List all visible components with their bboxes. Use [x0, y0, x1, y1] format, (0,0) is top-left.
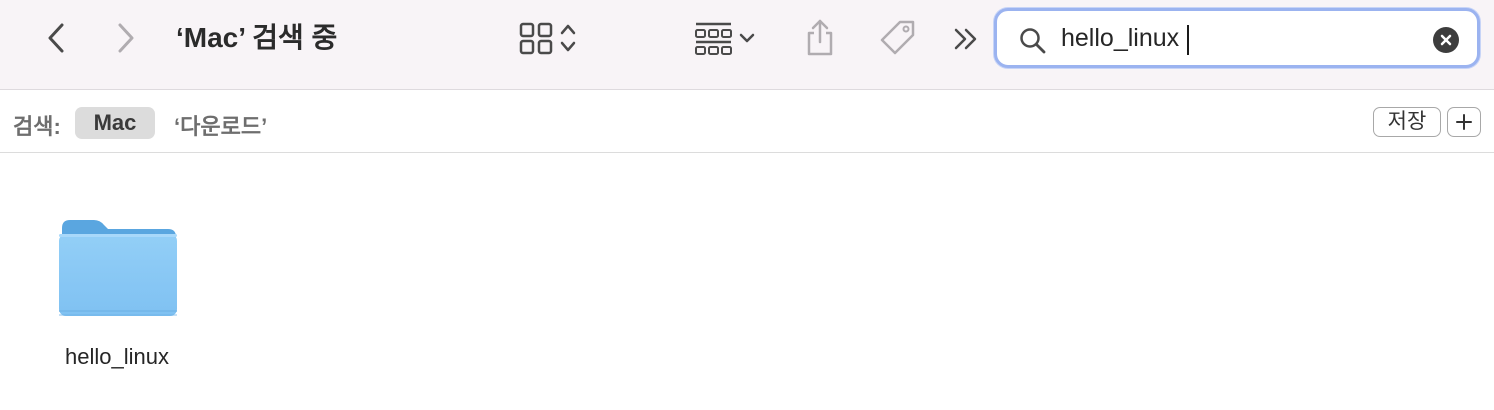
tags-button[interactable]	[876, 16, 920, 60]
icon-grid-icon	[519, 22, 553, 55]
share-icon	[807, 19, 833, 56]
double-chevron-right-icon	[954, 28, 977, 50]
group-by-icon	[695, 22, 732, 55]
search-scope-label: 검색:	[13, 114, 61, 139]
more-toolbar-button[interactable]	[950, 22, 982, 56]
group-by-button[interactable]	[688, 18, 764, 58]
plus-icon	[1456, 114, 1472, 130]
tag-icon	[880, 20, 915, 55]
view-mode-button[interactable]	[512, 18, 584, 58]
folder-icon	[59, 220, 177, 316]
save-search-button[interactable]: 저장	[1373, 107, 1441, 137]
search-results-area: hello_linux	[0, 154, 1494, 410]
search-input[interactable]	[1061, 21, 1421, 55]
result-item-folder[interactable]: hello_linux	[36, 204, 198, 384]
result-item-name: hello_linux	[65, 344, 169, 369]
scope-downloads-button[interactable]: ‘다운로드’	[174, 109, 267, 141]
back-button[interactable]	[38, 20, 74, 56]
share-button[interactable]	[800, 14, 840, 60]
search-icon	[1020, 28, 1046, 54]
add-criteria-button[interactable]	[1447, 107, 1481, 137]
toolbar: ‘Mac’ 검색 중	[0, 0, 1494, 90]
text-caret	[1187, 25, 1189, 55]
clear-search-button[interactable]	[1433, 27, 1459, 53]
forward-button[interactable]	[108, 20, 144, 56]
scope-mac-button[interactable]: Mac	[75, 107, 155, 139]
search-scope-bar: 검색: Mac ‘다운로드’ 저장	[0, 91, 1494, 153]
close-icon	[1440, 34, 1452, 46]
chevron-right-icon	[118, 23, 134, 53]
chevron-down-icon	[739, 33, 755, 43]
chevron-left-icon	[48, 23, 64, 53]
up-down-chevron-icon	[560, 24, 576, 52]
search-field[interactable]	[994, 8, 1480, 68]
window-title: ‘Mac’ 검색 중	[176, 22, 338, 53]
